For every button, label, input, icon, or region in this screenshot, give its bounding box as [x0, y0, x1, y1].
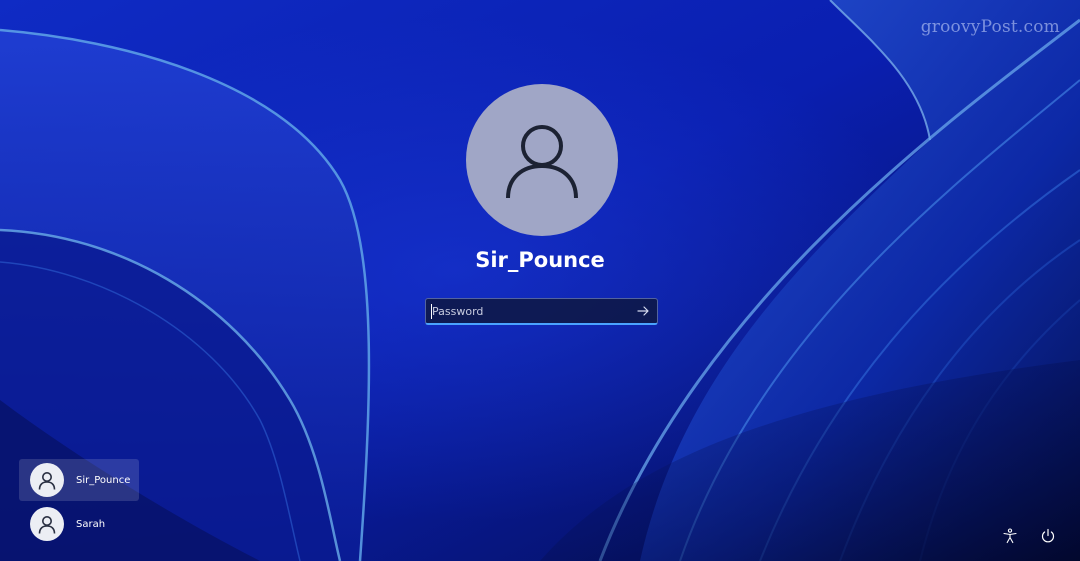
arrow-right-icon [637, 306, 649, 316]
submit-button[interactable] [635, 303, 651, 319]
user-label: Sir_Pounce [76, 474, 131, 486]
accessibility-button[interactable] [999, 525, 1021, 547]
power-icon [1041, 528, 1055, 543]
lock-screen: groovyPost.com Sir_Pounce Sir_Pounce Sar… [0, 0, 1080, 561]
avatar [30, 463, 64, 497]
user-avatar [466, 84, 618, 236]
power-button[interactable] [1037, 525, 1059, 547]
user-switcher: Sir_Pounce Sarah [19, 459, 139, 547]
password-field[interactable] [425, 298, 658, 325]
password-input[interactable] [432, 302, 622, 320]
user-label: Sarah [76, 518, 106, 530]
switch-user-sir-pounce[interactable]: Sir_Pounce [19, 459, 139, 501]
username-label: Sir_Pounce [475, 248, 605, 272]
watermark-text: groovyPost.com [920, 17, 1060, 37]
switch-user-sarah[interactable]: Sarah [19, 503, 139, 545]
accessibility-icon [1003, 528, 1017, 544]
person-icon [38, 471, 56, 490]
person-icon [38, 515, 56, 534]
person-icon [506, 125, 578, 199]
avatar [30, 507, 64, 541]
